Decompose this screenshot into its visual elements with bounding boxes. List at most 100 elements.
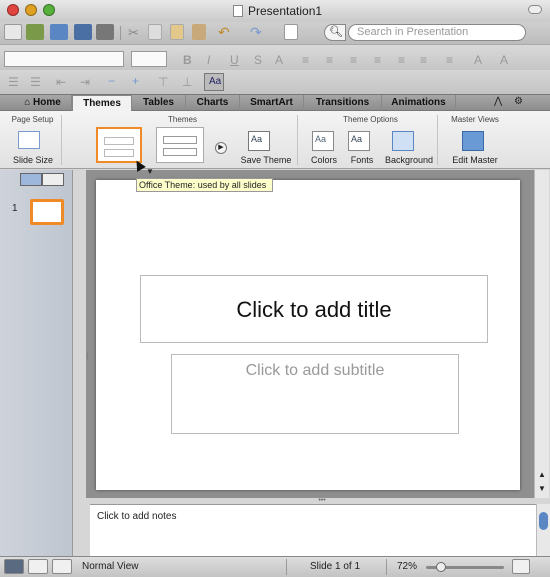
redo-icon[interactable]: ↷ [250, 24, 262, 41]
align-center-icon[interactable]: ≡ [326, 53, 333, 67]
notes-pane[interactable]: Click to add notes [90, 504, 536, 556]
minus-icon[interactable]: − [108, 74, 115, 88]
slides-pane: 1 [0, 170, 73, 556]
slide-size-icon[interactable] [18, 131, 40, 149]
font-size-combo[interactable] [131, 51, 167, 67]
formatting-bar-secondary: ☰ ☰ ⇤ ⇥ − + ⊤ ⊥ Aa [0, 70, 550, 94]
text-orientation-icon: Aa [209, 76, 222, 87]
decrease-indent-icon[interactable]: ⇤ [56, 75, 66, 89]
slide-number: 1 [12, 203, 18, 214]
theme-office[interactable] [96, 127, 142, 163]
background-icon[interactable] [392, 131, 414, 151]
numbering-icon[interactable]: ☰ [30, 75, 41, 89]
scroll-up-icon[interactable]: ▲ [538, 470, 546, 479]
align-middle-icon[interactable]: ⊥ [182, 75, 192, 89]
zoom-icon[interactable] [43, 4, 55, 16]
fonts-button[interactable]: Fonts [344, 155, 380, 165]
collapse-ribbon-icon[interactable]: ⋀ [494, 96, 502, 107]
colors-icon[interactable]: Aa [312, 131, 334, 151]
tab-animations[interactable]: Animations [382, 95, 456, 111]
slide-sorter-view-icon[interactable] [28, 559, 48, 574]
save-theme-icon[interactable]: Aa [248, 131, 270, 151]
slide-thumbnail[interactable] [30, 199, 64, 225]
group-label: Page Setup [11, 115, 54, 124]
search-icon: 🔍︎ [329, 26, 343, 38]
notes-scrollbar[interactable] [536, 504, 550, 556]
align-left-icon[interactable]: ≡ [302, 53, 309, 67]
align-top-icon[interactable]: ⊤ [158, 75, 168, 89]
normal-view-icon[interactable] [4, 559, 24, 574]
line-spacing-icon[interactable]: ≡ [398, 53, 405, 67]
paste-icon[interactable] [170, 24, 184, 40]
document-icon [233, 5, 243, 17]
close-icon[interactable] [7, 4, 19, 16]
theme-default[interactable] [156, 127, 204, 163]
tab-smartart[interactable]: SmartArt [240, 95, 304, 111]
toolbar-toggle-button[interactable] [528, 5, 542, 14]
edit-master-icon[interactable] [462, 131, 484, 151]
open-icon[interactable] [50, 24, 68, 40]
increase-indent-icon[interactable]: ⇥ [80, 75, 90, 89]
slide-show-view-icon[interactable] [52, 559, 72, 574]
new-presentation-icon[interactable] [4, 24, 22, 40]
group-label: Theme Options [343, 115, 398, 124]
search-options-button[interactable]: 🔍︎ [324, 24, 346, 41]
bullets-icon[interactable]: ☰ [8, 75, 19, 89]
undo-icon[interactable]: ↶ [218, 24, 230, 41]
shadow-icon[interactable]: S [254, 53, 262, 67]
tab-home[interactable]: ⌂ Home [14, 95, 72, 111]
align-right-icon[interactable]: ≡ [350, 53, 357, 67]
print-icon[interactable] [96, 24, 114, 40]
formatting-bar: B I U S A ≡ ≡ ≡ ≡ ≡ ≡ ≡ A A [0, 44, 550, 70]
tab-tables[interactable]: Tables [132, 95, 186, 111]
view-name: Normal View [82, 561, 139, 572]
save-icon[interactable] [74, 24, 92, 40]
shrink-font-icon[interactable]: A [500, 53, 508, 67]
save-theme-button[interactable]: Save Theme [236, 155, 296, 165]
colors-button[interactable]: Colors [304, 155, 344, 165]
fonts-icon[interactable]: Aa [348, 131, 370, 151]
plus-icon[interactable]: + [132, 74, 139, 88]
zoom-slider-knob[interactable] [436, 562, 446, 572]
fit-to-window-icon[interactable] [512, 559, 530, 574]
theme-title-bar [104, 137, 134, 145]
text-direction-icon[interactable]: ≡ [446, 53, 453, 67]
cut-icon[interactable]: ✂ [128, 25, 139, 41]
theme-subtitle-bar [163, 148, 197, 156]
tab-charts[interactable]: Charts [186, 95, 240, 111]
slide-size-button[interactable]: Slide Size [4, 155, 62, 165]
notes-scroll-thumb[interactable] [539, 512, 548, 530]
justify-icon[interactable]: ≡ [374, 53, 381, 67]
theme-dropdown-arrow-icon[interactable]: ▼ [146, 167, 154, 176]
italic-icon[interactable]: I [207, 53, 210, 67]
underline-icon[interactable]: U [230, 53, 239, 67]
group-themes: Themes ▶ Aa Save Theme [68, 115, 298, 165]
grow-font-icon[interactable]: A [474, 53, 482, 67]
tab-transitions[interactable]: Transitions [304, 95, 382, 111]
format-painter-icon[interactable] [192, 24, 206, 40]
vertical-scrollbar[interactable]: ▲ ▼ [534, 170, 549, 498]
themes-next-icon[interactable]: ▶ [215, 142, 227, 154]
copy-icon[interactable] [148, 24, 162, 40]
subtitle-placeholder[interactable]: Click to add subtitle [171, 354, 459, 434]
outline-view-icon[interactable] [42, 173, 64, 186]
toolbox-icon[interactable] [284, 24, 298, 40]
text-orientation-button[interactable]: Aa [204, 73, 224, 91]
edit-master-button[interactable]: Edit Master [444, 155, 506, 165]
scroll-down-icon[interactable]: ▼ [538, 484, 546, 493]
columns-icon[interactable]: ≡ [420, 53, 427, 67]
font-name-combo[interactable] [4, 51, 124, 67]
group-page-setup: Page Setup Slide Size [4, 115, 62, 165]
bold-icon[interactable]: B [183, 53, 192, 67]
search-input[interactable]: Search in Presentation [348, 24, 526, 41]
font-color-icon[interactable]: A [275, 53, 283, 67]
pane-resize-handle[interactable]: ⋮ [84, 352, 91, 366]
tab-themes[interactable]: Themes [72, 95, 132, 112]
new-from-template-icon[interactable] [26, 24, 44, 40]
home-icon: ⌂ [24, 97, 34, 108]
minimize-icon[interactable] [25, 4, 37, 16]
background-button[interactable]: Background [380, 155, 438, 165]
ribbon-options-icon[interactable]: ⚙︎ [514, 96, 523, 107]
slides-view-icon[interactable] [20, 173, 42, 186]
title-placeholder[interactable]: Click to add title [140, 275, 488, 343]
